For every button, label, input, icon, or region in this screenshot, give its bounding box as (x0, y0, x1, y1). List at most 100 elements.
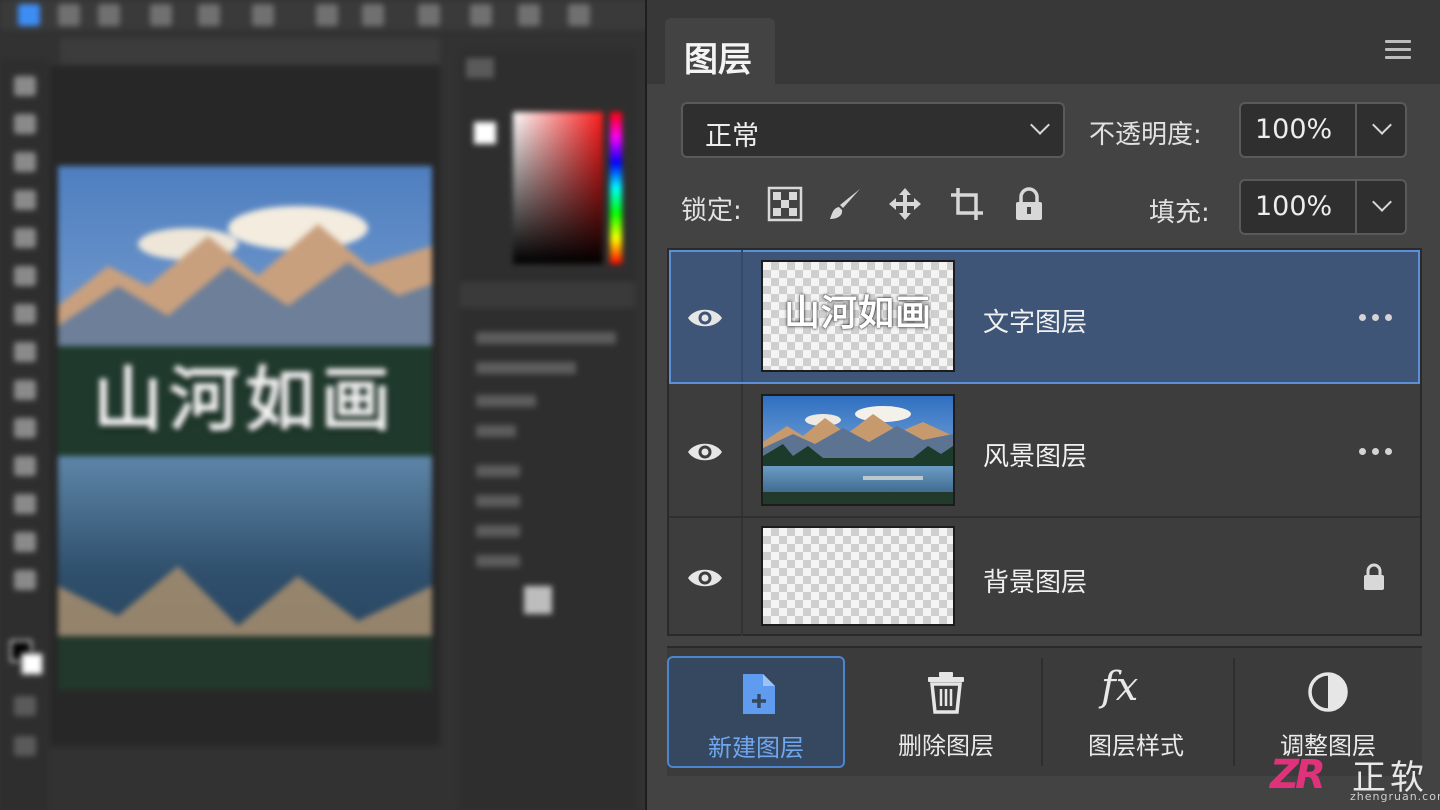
fx-icon: fx (1101, 664, 1139, 710)
panel-tab[interactable] (466, 58, 494, 78)
option-button[interactable] (362, 4, 384, 26)
dodge-tool-icon[interactable] (14, 380, 36, 400)
document-tab[interactable] (60, 38, 440, 64)
option-button[interactable] (470, 4, 492, 26)
panel-header: 图层 (647, 0, 1440, 84)
workspace-blur-layer: 山河如画 (0, 0, 645, 810)
layer-name[interactable]: 文字图层 (983, 302, 1087, 339)
blend-mode-dropdown[interactable]: 正常 (681, 102, 1065, 158)
pencil-tool-icon[interactable] (14, 190, 36, 210)
background-color-swatch[interactable] (20, 652, 44, 676)
stamp-tool-icon[interactable] (14, 228, 36, 248)
color-swatch[interactable] (474, 122, 496, 144)
layer-thumbnail (761, 526, 955, 626)
property-row[interactable] (476, 362, 576, 374)
fill-field[interactable]: 100% (1239, 179, 1407, 235)
layer-name[interactable]: 背景图层 (983, 562, 1087, 599)
lock-image-pixels-icon[interactable] (827, 186, 863, 222)
property-row[interactable] (476, 555, 520, 567)
layer-thumbnail (761, 394, 955, 506)
chevron-down-icon[interactable] (1372, 192, 1392, 212)
visibility-eye-icon[interactable] (687, 306, 723, 330)
more-options-icon[interactable] (1359, 448, 1393, 456)
bucket-tool-icon[interactable] (14, 304, 36, 324)
quick-mask-icon[interactable] (14, 696, 36, 716)
type-tool-icon[interactable] (14, 456, 36, 476)
watermark-logo-mark: ZR (1270, 752, 1326, 798)
fill-label: 填充: (1149, 198, 1210, 228)
property-row[interactable] (476, 465, 520, 477)
property-row[interactable] (476, 525, 520, 537)
screen-mode-icon[interactable] (14, 736, 36, 756)
hand-tool-icon[interactable] (14, 532, 36, 552)
marquee-tool-icon[interactable] (14, 76, 36, 96)
options-bar (0, 0, 645, 30)
opacity-field[interactable]: 100% (1239, 102, 1407, 158)
panel-tabbar (460, 282, 635, 308)
image-canvas[interactable]: 山河如画 (58, 166, 432, 690)
lock-transparent-pixels-icon[interactable] (767, 186, 803, 222)
option-button[interactable] (252, 4, 274, 26)
lock-label: 锁定: (681, 196, 742, 226)
brush-tool-icon[interactable] (14, 152, 36, 172)
hue-slider[interactable] (610, 112, 622, 264)
delete-layer-label: 删除图层 (898, 732, 994, 760)
lock-all-icon[interactable] (1011, 186, 1047, 222)
layer-style-button[interactable]: fx 图层样式 (1047, 656, 1225, 768)
color-swatch[interactable] (524, 586, 552, 614)
color-picker-field[interactable] (513, 112, 603, 264)
delete-layer-button[interactable]: 删除图层 (857, 656, 1035, 768)
property-row[interactable] (476, 495, 520, 507)
crop-icon[interactable] (949, 186, 985, 222)
layer-row-text[interactable]: 山河如画 文字图层 (669, 250, 1420, 384)
lock-position-icon[interactable] (887, 186, 923, 222)
new-layer-button[interactable]: 新建图层 (667, 656, 845, 768)
eraser-tool-icon[interactable] (14, 266, 36, 286)
new-layer-label: 新建图层 (708, 734, 804, 762)
half-circle-icon (1308, 672, 1348, 712)
visibility-eye-icon[interactable] (687, 566, 723, 590)
option-button[interactable] (98, 4, 120, 26)
lasso-tool-icon[interactable] (14, 114, 36, 134)
new-layer-icon (743, 674, 775, 714)
watermark-logo: ZR 正软 zhengruan.com (1268, 748, 1440, 810)
pen-tool-icon[interactable] (14, 418, 36, 438)
option-button[interactable] (150, 4, 172, 26)
thumbnail-text: 山河如画 (783, 292, 932, 334)
watermark-url: zhengruan.com (1350, 790, 1440, 803)
tools-panel (0, 60, 48, 810)
option-button[interactable] (198, 4, 220, 26)
canvas-title-text: 山河如画 (93, 358, 397, 441)
option-button[interactable] (518, 4, 540, 26)
property-row[interactable] (476, 425, 516, 437)
layer-name[interactable]: 风景图层 (983, 436, 1087, 473)
properties-panel (460, 50, 635, 810)
option-button[interactable] (568, 4, 590, 26)
home-icon[interactable] (18, 4, 40, 26)
panel-menu-icon[interactable] (1385, 40, 1411, 60)
shape-tool-icon[interactable] (14, 494, 36, 514)
zoom-tool-icon[interactable] (14, 570, 36, 590)
layer-locked-icon (1364, 563, 1384, 590)
visibility-eye-icon[interactable] (687, 440, 723, 464)
option-button[interactable] (316, 4, 338, 26)
editor-workspace: 山河如画 (0, 0, 645, 810)
blend-mode-value: 正常 (705, 121, 759, 152)
chevron-down-icon[interactable] (1372, 115, 1392, 135)
tab-layers[interactable]: 图层 (665, 18, 775, 84)
property-row[interactable] (476, 395, 536, 407)
property-row[interactable] (476, 332, 616, 344)
chevron-down-icon (1030, 115, 1050, 135)
tab-layers-label: 图层 (684, 40, 752, 80)
layer-style-label: 图层样式 (1088, 732, 1184, 760)
layer-row-scenery[interactable]: 风景图层 (669, 384, 1420, 518)
option-button[interactable] (418, 4, 440, 26)
blur-tool-icon[interactable] (14, 342, 36, 362)
trash-icon (928, 672, 964, 714)
layers-panel: 图层 正常 不透明度: 100% 锁定: 填充: 100% 山河如画 文字图层 … (645, 0, 1440, 810)
layers-list: 山河如画 文字图层 风景图层 背景图层 (667, 248, 1422, 636)
option-button[interactable] (58, 4, 80, 26)
fill-value: 100% (1255, 191, 1333, 222)
more-options-icon[interactable] (1359, 314, 1393, 322)
layer-row-background[interactable]: 背景图层 (669, 518, 1420, 636)
